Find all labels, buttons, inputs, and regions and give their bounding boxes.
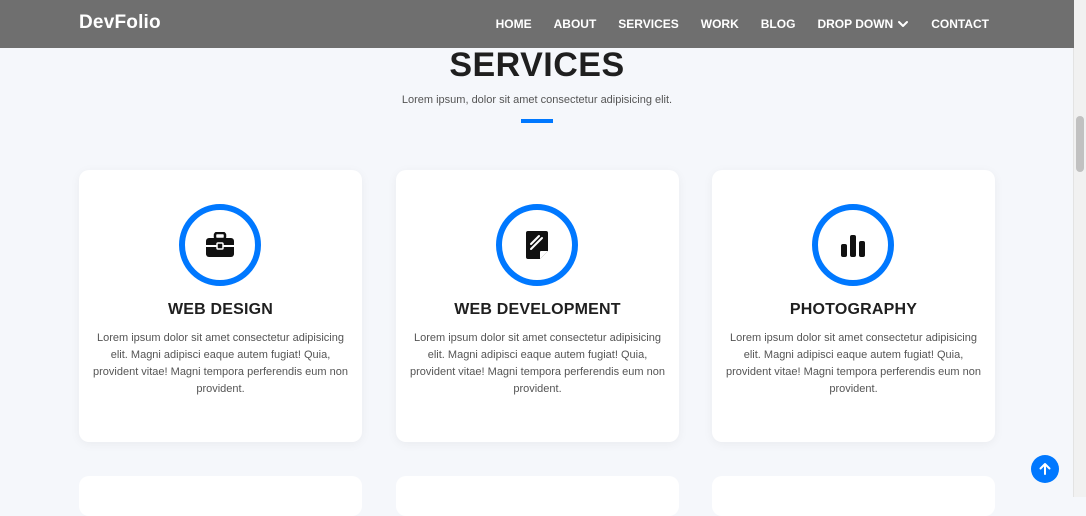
service-card-partial [396,476,679,516]
section-title: SERVICES [449,46,625,84]
nav-services[interactable]: SERVICES [618,17,678,31]
service-description: Lorem ipsum dolor sit amet consectetur a… [93,332,348,395]
page-scrollbar[interactable] [1073,0,1086,497]
nav-home[interactable]: HOME [496,17,532,31]
main-nav: HOME ABOUT SERVICES WORK BLOG DROP DOWN … [474,0,989,48]
service-card-partial [712,476,995,516]
brand-logo[interactable]: DevFolio [79,12,161,34]
section-subtitle: Lorem ipsum, dolor sit amet consectetur … [401,94,673,106]
nav-dropdown-label: DROP DOWN [817,17,894,31]
nav-contact[interactable]: CONTACT [931,17,989,31]
service-card-photography: PHOTOGRAPHY Lorem ipsum dolor sit amet c… [712,170,995,442]
service-icon-ring [812,204,894,286]
nav-dropdown[interactable]: DROP DOWN [817,17,909,31]
bar-chart-icon [841,235,865,257]
service-card-web-development: WEB DEVELOPMENT Lorem ipsum dolor sit am… [396,170,679,442]
service-icon-ring [496,204,578,286]
service-description: Lorem ipsum dolor sit amet consectetur a… [410,332,665,395]
service-card-partial [79,476,362,516]
nav-about[interactable]: ABOUT [554,17,597,31]
section-title-underline [521,119,553,123]
service-title: WEB DESIGN [167,301,274,318]
service-description: Lorem ipsum dolor sit amet consectetur a… [726,332,981,395]
service-title: WEB DEVELOPMENT [454,301,621,318]
service-card-web-design: WEB DESIGN Lorem ipsum dolor sit amet co… [79,170,362,442]
back-to-top-button[interactable] [1031,455,1059,483]
service-icon-ring [179,204,261,286]
chevron-down-icon [898,21,909,27]
header-navbar: DevFolio HOME ABOUT SERVICES WORK BLOG D… [0,0,1074,48]
scrollbar-thumb[interactable] [1076,116,1084,172]
briefcase-icon [206,232,234,257]
service-title: PHOTOGRAPHY [789,301,918,318]
nav-blog[interactable]: BLOG [761,17,796,31]
document-edit-icon [526,231,548,259]
nav-work[interactable]: WORK [701,17,739,31]
arrow-up-icon [1039,463,1051,475]
